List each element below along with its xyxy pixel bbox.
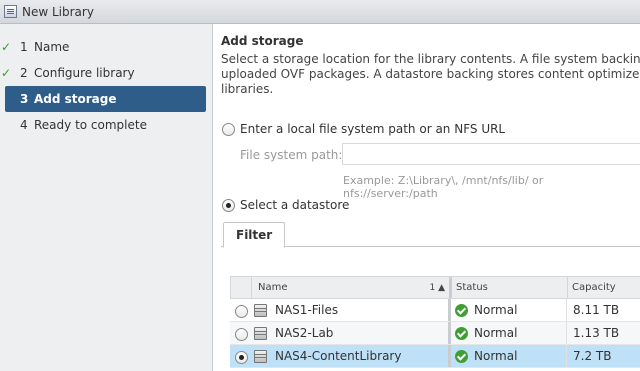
column-status[interactable]: Status xyxy=(452,277,568,298)
step-name[interactable]: ✓ 1 Name xyxy=(1,34,206,60)
file-system-path-example: Example: Z:\Library\, /mnt/nfs/lib/ or n… xyxy=(343,174,544,200)
tab-filter[interactable]: Filter xyxy=(223,222,286,248)
datastore-status: Normal xyxy=(474,326,518,340)
step-label: Name xyxy=(34,40,70,54)
datastore-status: Normal xyxy=(474,303,518,317)
file-system-path-label: File system path: xyxy=(240,148,343,162)
radio-file-system-label[interactable]: Enter a local file system path or an NFS… xyxy=(240,122,505,136)
library-icon xyxy=(4,5,17,18)
datastore-status: Normal xyxy=(474,349,518,363)
datastore-name: NAS4-ContentLibrary xyxy=(275,349,402,363)
step-number: 2 xyxy=(20,66,28,80)
window-title: New Library xyxy=(22,4,94,19)
row-radio[interactable] xyxy=(235,328,248,341)
status-ok-icon xyxy=(455,303,468,317)
datastore-capacity: 1.13 TB xyxy=(573,326,620,340)
wizard: ✓ 1 Name ✓ 2 Configure library 3 Add sto… xyxy=(0,24,640,371)
datastore-icon xyxy=(254,349,267,363)
step-ready-to-complete[interactable]: 4 Ready to complete xyxy=(5,112,206,138)
status-ok-icon xyxy=(455,349,468,363)
datastore-icon xyxy=(254,303,267,317)
table-header: Name 1 ▲ Status Capacity xyxy=(230,276,640,299)
row-radio[interactable] xyxy=(235,351,248,364)
checkmark-icon: ✓ xyxy=(1,40,12,54)
datastore-name: NAS2-Lab xyxy=(275,326,334,340)
step-label: Add storage xyxy=(34,92,117,106)
step-number: 4 xyxy=(20,118,28,132)
step-label: Configure library xyxy=(34,66,135,80)
column-name[interactable]: Name 1 ▲ xyxy=(252,277,452,298)
datastore-name: NAS1-Files xyxy=(275,303,339,317)
table-row[interactable]: NAS4-ContentLibrary Normal 7.2 TB xyxy=(230,345,640,368)
radio-datastore[interactable] xyxy=(222,199,235,212)
radio-datastore-label[interactable]: Select a datastore xyxy=(240,198,349,212)
datastore-capacity: 7.2 TB xyxy=(573,349,612,363)
sort-ascending-icon: 1 ▲ xyxy=(429,282,445,293)
radio-file-system[interactable] xyxy=(222,123,235,136)
column-capacity[interactable]: Capacity xyxy=(568,277,640,298)
datastore-capacity: 8.11 TB xyxy=(573,303,620,317)
step-number: 3 xyxy=(20,92,29,106)
page-description: Select a storage location for the librar… xyxy=(221,52,640,96)
datastore-table: Name 1 ▲ Status Capacity NAS1-Files Norm… xyxy=(230,276,640,368)
step-number: 1 xyxy=(20,40,28,54)
file-system-path-input[interactable] xyxy=(342,143,640,165)
step-add-storage[interactable]: 3 Add storage xyxy=(5,86,206,112)
step-content: Add storage Select a storage location fo… xyxy=(213,24,640,371)
page-title: Add storage xyxy=(221,34,304,48)
table-row[interactable]: NAS1-Files Normal 8.11 TB xyxy=(230,299,640,322)
wizard-steps: ✓ 1 Name ✓ 2 Configure library 3 Add sto… xyxy=(0,24,213,371)
datastore-icon xyxy=(254,326,267,340)
title-bar: New Library xyxy=(0,0,640,24)
step-configure-library[interactable]: ✓ 2 Configure library xyxy=(1,60,206,86)
datastore-tabs: Filter xyxy=(221,221,640,248)
checkmark-icon: ✓ xyxy=(1,66,12,80)
row-radio[interactable] xyxy=(235,305,248,318)
table-row[interactable]: NAS2-Lab Normal 1.13 TB xyxy=(230,322,640,345)
status-ok-icon xyxy=(455,326,468,340)
step-label: Ready to complete xyxy=(34,118,147,132)
